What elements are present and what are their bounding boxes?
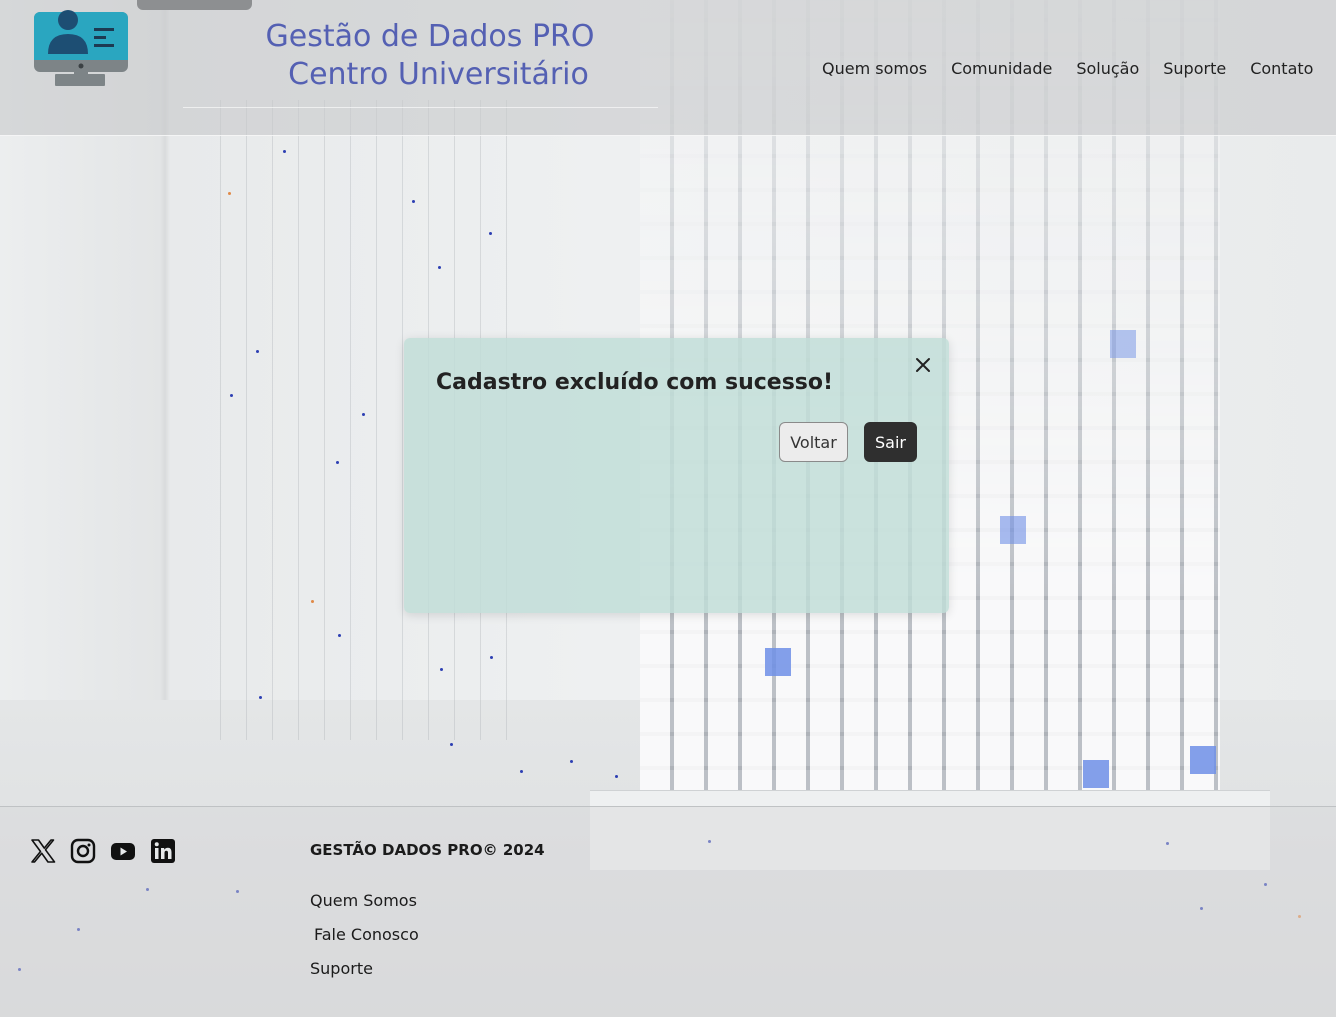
particle-dot [362, 413, 365, 416]
particle-dot [438, 266, 441, 269]
social-links [30, 838, 176, 864]
success-dialog: Cadastro excluído com sucesso! Voltar Sa… [404, 338, 949, 613]
brand-title: Gestão de Dados PRO Centro Universitário [230, 18, 630, 94]
blue-block [1190, 746, 1216, 774]
instagram-icon[interactable] [70, 838, 96, 864]
footer-link-fale-conosco[interactable]: Fale Conosco [314, 925, 419, 944]
main-nav: Quem somos Comunidade Solução Suporte Co… [822, 59, 1313, 78]
copyright-text: GESTÃO DADOS PRO© 2024 [310, 841, 545, 859]
blue-block [1000, 516, 1026, 544]
back-button[interactable]: Voltar [779, 422, 848, 462]
particle-dot [228, 192, 231, 195]
dialog-message: Cadastro excluído com sucesso! [436, 370, 834, 395]
particle-dot [336, 461, 339, 464]
particle-dot [311, 600, 314, 603]
header-tab-stub [137, 0, 252, 10]
blue-block [1083, 760, 1109, 788]
particle-dot [490, 656, 493, 659]
x-twitter-icon[interactable] [30, 838, 56, 864]
particle-dot [256, 350, 259, 353]
particle-dot [615, 775, 618, 778]
nav-link-comunidade[interactable]: Comunidade [951, 59, 1052, 78]
nav-link-contato[interactable]: Contato [1250, 59, 1313, 78]
particle-dot [338, 634, 341, 637]
close-icon[interactable] [912, 354, 934, 376]
site-footer: GESTÃO DADOS PRO© 2024 Quem Somos Fale C… [0, 806, 1336, 1017]
particle-dot [440, 668, 443, 671]
blue-block [765, 648, 791, 676]
nav-link-quem-somos[interactable]: Quem somos [822, 59, 927, 78]
particle-dot [520, 770, 523, 773]
brand-line-2: Centro Universitário [288, 57, 589, 92]
nav-link-solucao[interactable]: Solução [1076, 59, 1139, 78]
particle-dot [450, 743, 453, 746]
linkedin-icon[interactable] [150, 838, 176, 864]
particle-dot [259, 696, 262, 699]
particle-dot [412, 200, 415, 203]
footer-link-quem-somos[interactable]: Quem Somos [310, 891, 417, 910]
blue-block [1110, 330, 1136, 358]
particle-dot [230, 394, 233, 397]
exit-button[interactable]: Sair [864, 422, 917, 462]
particle-dot [570, 760, 573, 763]
particle-dot [283, 150, 286, 153]
brand-line-1: Gestão de Dados PRO [265, 19, 595, 54]
monitor-user-logo-icon[interactable] [32, 8, 130, 92]
particle-dot [489, 232, 492, 235]
youtube-icon[interactable] [110, 838, 136, 864]
site-header: Gestão de Dados PRO Centro Universitário… [0, 0, 1336, 136]
nav-link-suporte[interactable]: Suporte [1163, 59, 1226, 78]
header-divider [183, 107, 658, 108]
footer-link-suporte[interactable]: Suporte [310, 959, 373, 978]
